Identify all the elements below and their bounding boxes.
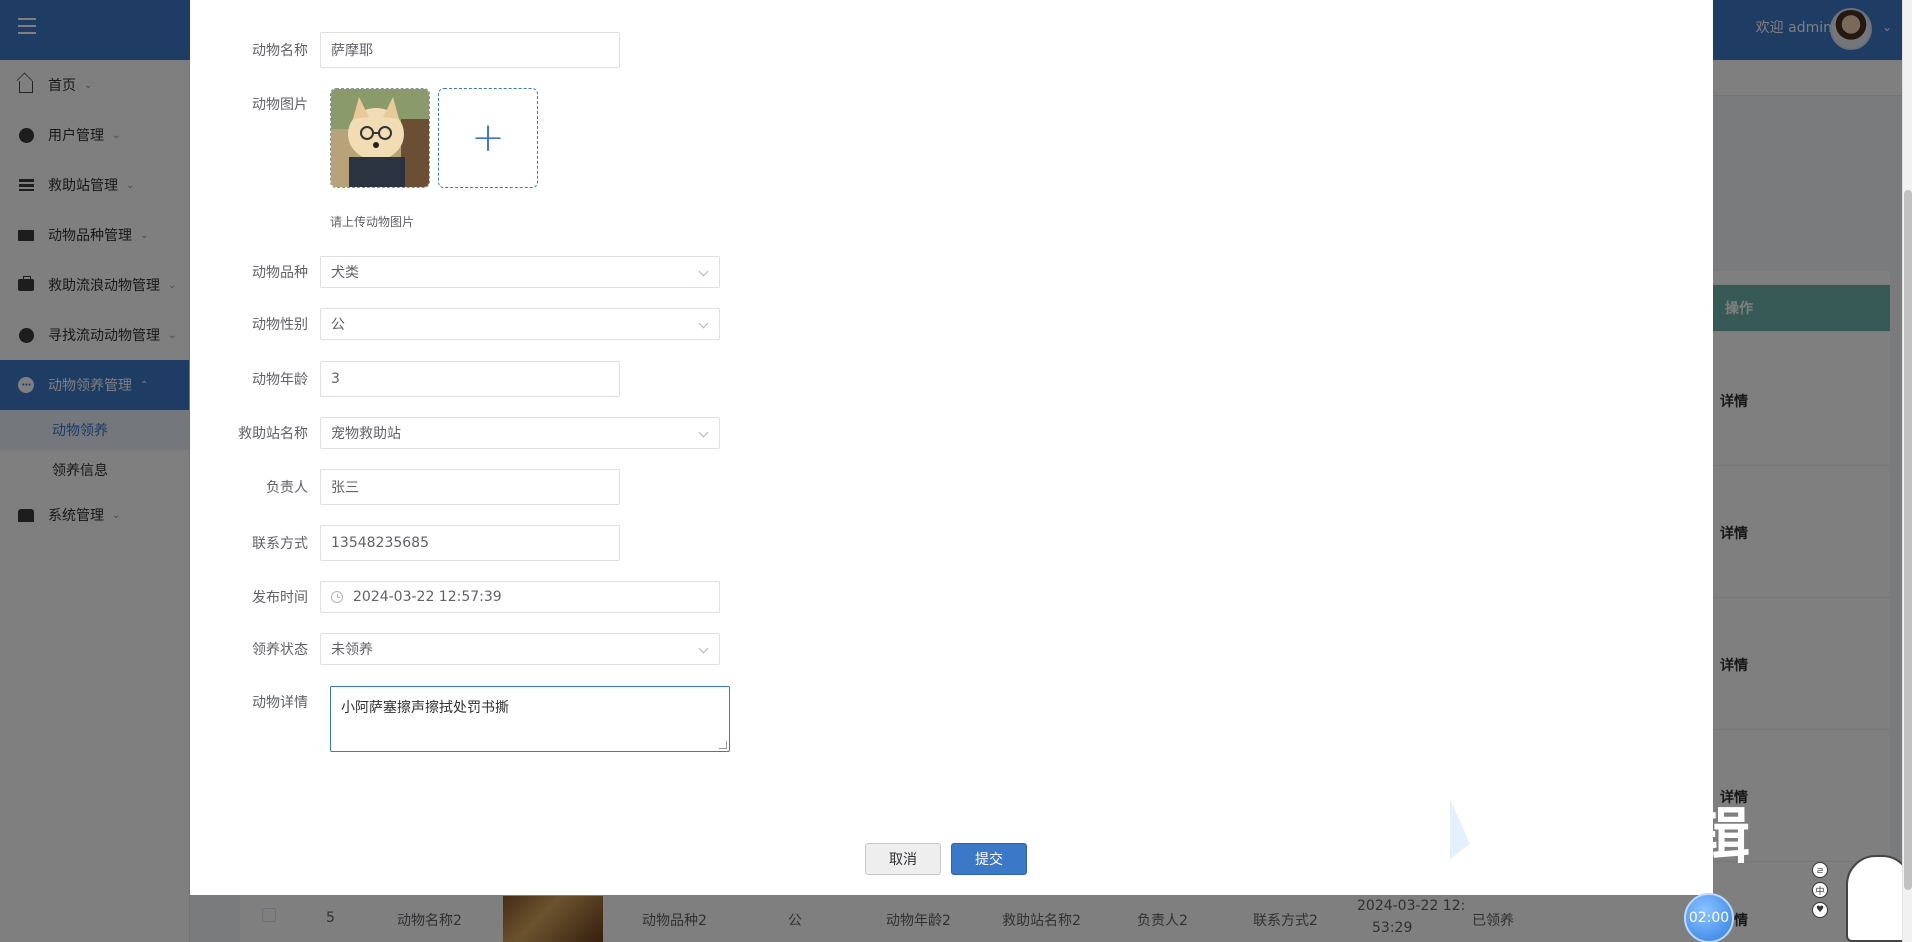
animal-name-input[interactable]: 萨摩耶 bbox=[320, 32, 620, 68]
form-row-owner: 负责人 张三 bbox=[190, 469, 620, 505]
select-value: 宠物救助站 bbox=[331, 426, 401, 442]
form-row-breed: 动物品种 犬类 bbox=[190, 256, 720, 288]
station-select[interactable]: 宠物救助站 bbox=[320, 417, 720, 449]
chevron-down-icon bbox=[698, 643, 709, 654]
contact-input[interactable]: 13548235685 bbox=[320, 525, 620, 561]
input-value: 张三 bbox=[331, 480, 359, 496]
input-value: 2024-03-22 12:57:39 bbox=[353, 589, 502, 605]
age-input[interactable]: 3 bbox=[320, 361, 620, 397]
animal-detail-textarea[interactable]: 小阿萨塞擦声擦拭处罚书撕 bbox=[330, 686, 730, 752]
floating-tools: ㄹ 中 ♥ bbox=[1812, 862, 1832, 918]
select-value: 公 bbox=[331, 317, 345, 333]
input-value: 13548235685 bbox=[331, 535, 429, 551]
form-row-name: 动物名称 萨摩耶 bbox=[190, 32, 620, 68]
select-value: 犬类 bbox=[331, 265, 359, 281]
select-value: 未领养 bbox=[331, 642, 373, 658]
tool-bubble[interactable]: ♥ bbox=[1812, 902, 1828, 918]
chevron-down-icon bbox=[698, 318, 709, 329]
form-label: 动物年龄 bbox=[252, 372, 308, 388]
watermark-text: 辑 bbox=[1690, 802, 1750, 872]
form-label: 领养状态 bbox=[252, 642, 308, 658]
form-row-contact: 联系方式 13548235685 bbox=[190, 525, 620, 561]
form-row-age: 动物年龄 3 bbox=[190, 361, 620, 397]
form-label: 联系方式 bbox=[252, 536, 308, 552]
submit-button[interactable]: 提交 bbox=[951, 843, 1027, 875]
form-label: 负责人 bbox=[266, 480, 308, 496]
chevron-down-icon bbox=[698, 427, 709, 438]
timer-badge[interactable]: 02:00 bbox=[1684, 893, 1734, 942]
form-row-gender: 动物性别 公 bbox=[190, 308, 720, 340]
breed-select[interactable]: 犬类 bbox=[320, 256, 720, 288]
owner-input[interactable]: 张三 bbox=[320, 469, 620, 505]
watermark-logo-icon bbox=[1450, 799, 1510, 859]
form-label: 动物图片 bbox=[252, 97, 308, 113]
form-label: 动物品种 bbox=[252, 265, 308, 281]
input-value: 3 bbox=[331, 371, 340, 387]
tool-bubble[interactable]: 中 bbox=[1812, 882, 1828, 898]
cancel-button[interactable]: 取消 bbox=[865, 843, 941, 875]
resize-handle[interactable] bbox=[719, 741, 727, 749]
form-row-detail: 动物详情 bbox=[190, 692, 320, 712]
form-label: 动物性别 bbox=[252, 317, 308, 333]
upload-plus-icon[interactable]: + bbox=[438, 88, 538, 188]
publish-time-picker[interactable]: 2024-03-22 12:57:39 bbox=[320, 581, 720, 613]
form-row-station: 救助站名称 宠物救助站 bbox=[190, 417, 720, 449]
scrollbar-thumb[interactable] bbox=[1904, 190, 1912, 890]
textarea-value: 小阿萨塞擦声擦拭处罚书撕 bbox=[341, 700, 509, 716]
animal-picture-thumbnail[interactable] bbox=[330, 88, 430, 188]
form-label: 动物详情 bbox=[252, 695, 308, 711]
form-label: 救助站名称 bbox=[238, 426, 308, 442]
edit-dialog: 动物名称 萨摩耶 动物图片 + 请上传动物图片 动物品种 犬类 动物性别 公 动… bbox=[190, 0, 1713, 895]
form-row-publish-time: 发布时间 2024-03-22 12:57:39 bbox=[190, 581, 720, 613]
tool-bubble[interactable]: ㄹ bbox=[1812, 862, 1828, 878]
input-value: 萨摩耶 bbox=[331, 43, 373, 59]
form-row-status: 领养状态 未领养 bbox=[190, 633, 720, 665]
gender-select[interactable]: 公 bbox=[320, 308, 720, 340]
clock-icon bbox=[331, 591, 343, 603]
dog-photo bbox=[331, 89, 429, 187]
form-row-picture: 动物图片 bbox=[190, 94, 320, 114]
scrollbar[interactable] bbox=[1902, 0, 1912, 942]
form-label: 动物名称 bbox=[252, 43, 308, 59]
status-select[interactable]: 未领养 bbox=[320, 633, 720, 665]
upload-hint: 请上传动物图片 bbox=[330, 215, 415, 229]
form-label: 发布时间 bbox=[252, 590, 308, 606]
chevron-down-icon bbox=[698, 266, 709, 277]
